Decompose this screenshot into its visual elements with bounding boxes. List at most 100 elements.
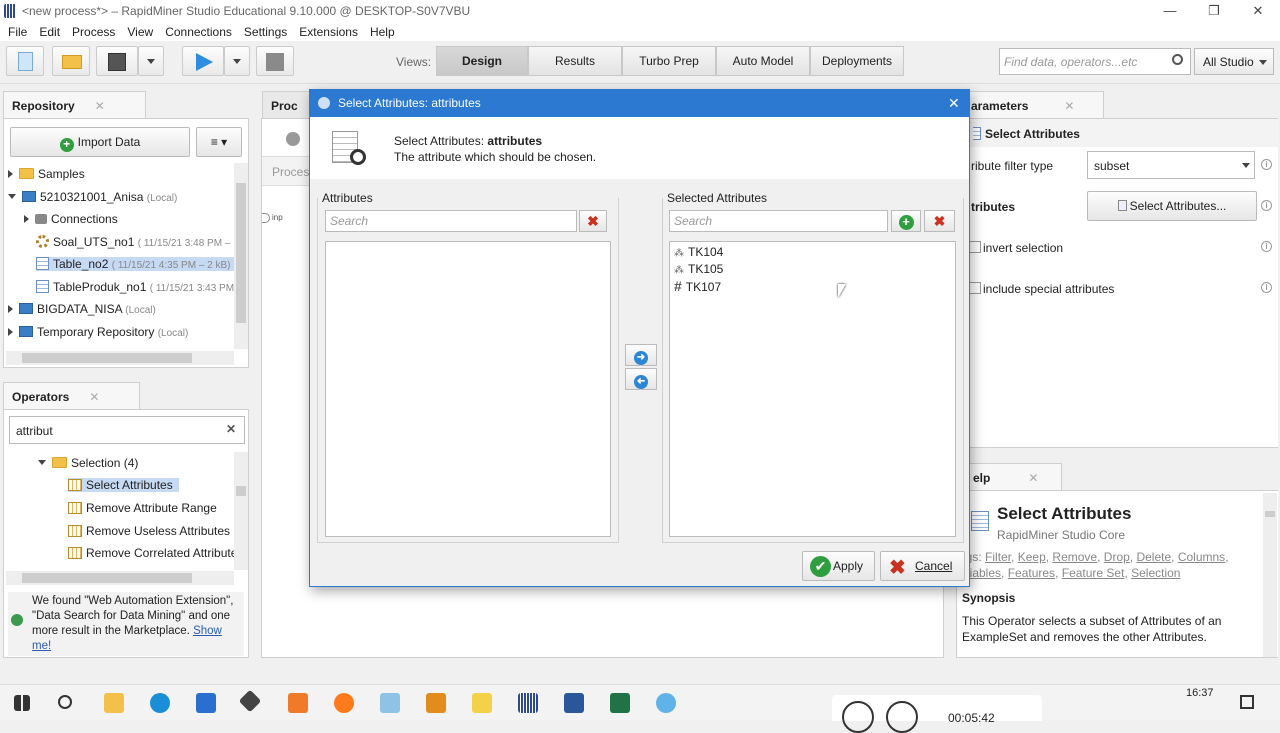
firefox-icon[interactable] [334,693,354,713]
selected-attribute-item[interactable]: # TK107 [674,278,721,294]
minimize-button[interactable]: — [1148,0,1192,22]
repo-item-bigdata[interactable]: BIGDATA_NISA (Local) [8,302,156,316]
stop-button[interactable] [256,46,294,76]
menu-edit[interactable]: Edit [39,25,60,39]
save-dropdown-button[interactable] [138,46,164,76]
move-left-button[interactable]: ➜ [625,368,657,390]
clear-attributes-search-button[interactable]: ✖ [579,210,607,232]
select-attributes-button[interactable]: Select Attributes... [1087,191,1257,221]
clear-selected-search-button[interactable]: ✖ [924,210,955,232]
operator-remove-correlated[interactable]: Remove Correlated Attributes [68,546,234,560]
info-icon[interactable]: i [1261,159,1272,170]
repository-tab[interactable]: Repository ✕ [3,91,146,119]
rapidminer-icon[interactable] [518,693,538,713]
view-turbo-prep[interactable]: Turbo Prep [622,46,716,76]
repo-item-connections[interactable]: Connections [24,212,118,226]
repo-item-temporary[interactable]: Temporary Repository (Local) [8,325,188,339]
store-icon[interactable] [196,693,216,713]
repo-item-samples[interactable]: Samples [8,167,85,181]
excel-icon[interactable] [610,693,630,713]
input-port[interactable] [262,213,270,223]
info-icon[interactable]: i [1261,282,1272,293]
clear-search-icon[interactable]: ✕ [226,422,236,436]
close-icon[interactable]: ✕ [1064,99,1074,113]
repo-item-tableproduk[interactable]: TableProduk_no1 ( 11/15/21 3:43 PM [36,280,234,294]
operator-search-input[interactable]: attribut ✕ [9,416,245,444]
menu-extensions[interactable]: Extensions [299,25,358,39]
selected-attribute-item[interactable]: ⁂ TK104 [674,245,723,259]
operator-remove-attribute-range[interactable]: Remove Attribute Range [68,501,217,515]
run-button[interactable] [182,46,224,76]
word-icon[interactable] [564,693,584,713]
selected-search-input[interactable]: Search [669,210,888,232]
new-process-button[interactable] [6,46,44,76]
operator-remove-useless[interactable]: Remove Useless Attributes [68,524,230,538]
edge-browser-icon[interactable] [150,693,170,713]
tag-link[interactable]: Feature Set [1062,566,1125,580]
app-icon[interactable] [238,689,262,713]
restore-button[interactable]: ❐ [1192,0,1236,22]
view-auto-model[interactable]: Auto Model [716,46,810,76]
operator-select-attributes[interactable]: Select Attributes [68,478,179,492]
import-data-button[interactable]: + Import Data [10,127,190,157]
help-vscroll[interactable] [1263,493,1277,657]
view-deployments[interactable]: Deployments [810,46,904,76]
notification-icon[interactable] [1240,695,1254,709]
windows-start-icon[interactable] [14,695,30,711]
menu-view[interactable]: View [127,25,153,39]
tag-link[interactable]: Delete [1136,550,1171,564]
file-explorer-icon[interactable] [104,693,124,713]
menu-settings[interactable]: Settings [244,25,287,39]
operators-vscroll[interactable] [234,452,248,570]
parameters-tab[interactable]: arameters ✕ [968,91,1104,119]
repo-item-table-no2[interactable]: Table_no2 ( 11/15/21 4:35 PM – 2 kB) [36,257,235,271]
menu-file[interactable]: File [8,25,27,39]
close-icon[interactable]: ✕ [89,390,99,404]
repo-item-soal-uts[interactable]: Soal_UTS_no1 ( 11/15/21 3:48 PM – [36,235,230,249]
menu-process[interactable]: Process [72,25,115,39]
close-dialog-button[interactable]: ✕ [948,90,960,117]
app-icon[interactable] [380,693,400,713]
search-scope-select[interactable]: All Studio [1194,48,1274,75]
selected-attribute-item[interactable]: ⁂ TK105 [674,262,723,276]
move-right-button[interactable]: ➜ [625,344,657,366]
repository-hscroll[interactable] [6,351,234,365]
tag-link[interactable]: Columns [1178,550,1225,564]
search-icon[interactable] [58,695,72,709]
filter-type-select[interactable]: subset [1087,151,1255,179]
save-button[interactable] [96,46,138,76]
operator-group-selection[interactable]: Selection (4) [38,456,138,470]
info-icon[interactable]: i [1261,200,1272,211]
global-search-input[interactable]: Find data, operators...etc [999,48,1191,75]
repo-item-anisa[interactable]: 5210321001_Anisa (Local) [8,190,177,204]
run-dropdown-button[interactable] [224,46,250,76]
tag-link[interactable]: Drop [1104,550,1130,564]
repository-menu-button[interactable]: ≡ ▾ [196,127,242,157]
view-design[interactable]: Design [436,46,528,76]
invert-selection-checkbox[interactable] [969,241,981,253]
close-icon[interactable]: ✕ [1028,471,1038,485]
zoom-icon[interactable] [656,693,676,713]
selected-attributes-list[interactable]: ⁂ TK104 ⁂ TK105 # TK107 [669,241,956,537]
attributes-search-input[interactable]: Search [325,210,577,232]
view-results[interactable]: Results [528,46,622,76]
tag-link[interactable]: Features [1008,566,1055,580]
help-tab[interactable]: elp ✕ [968,463,1062,491]
close-icon[interactable]: ✕ [95,99,105,113]
operators-hscroll[interactable] [6,571,234,585]
repository-vscroll[interactable] [234,163,248,349]
include-special-checkbox[interactable] [969,282,981,294]
open-process-button[interactable] [52,46,90,76]
app-icon[interactable] [288,693,308,713]
menu-connections[interactable]: Connections [165,25,232,39]
tag-link[interactable]: Keep [1018,550,1046,564]
tag-link[interactable]: Filter [985,550,1011,564]
pause-icon[interactable] [842,701,874,733]
apply-button[interactable]: ✔ Apply [802,551,875,581]
stop-record-icon[interactable] [886,701,918,733]
add-attribute-button[interactable]: + [891,210,921,232]
close-window-button[interactable]: ✕ [1236,0,1280,22]
sublime-icon[interactable] [426,693,446,713]
info-icon[interactable]: i [1261,241,1272,252]
cancel-button[interactable]: ✖ Cancel [880,551,965,581]
